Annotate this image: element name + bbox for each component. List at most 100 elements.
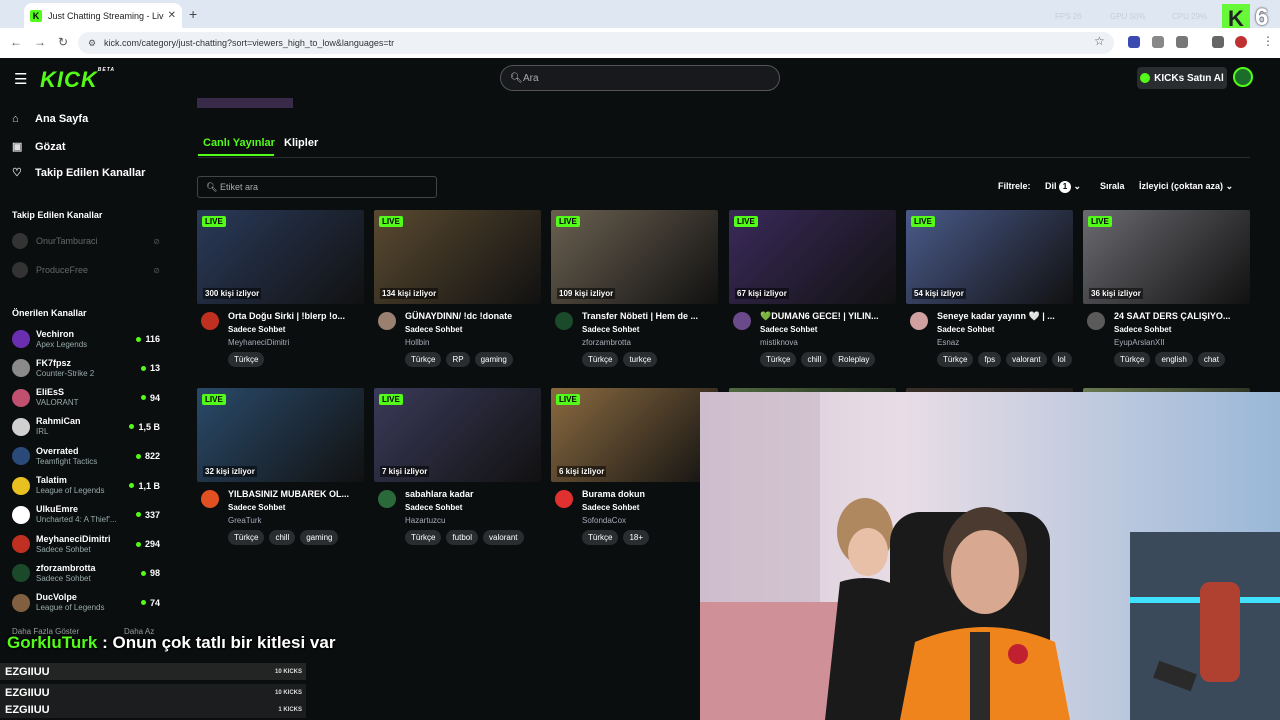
avatar[interactable] bbox=[555, 312, 573, 330]
stream-category[interactable]: Sadece Sohbet bbox=[582, 503, 639, 512]
stream-thumbnail[interactable]: LIVE 7 kişi izliyor bbox=[374, 388, 541, 482]
tag-search-input[interactable]: 🔍︎ Etiket ara bbox=[197, 176, 437, 198]
tag-chip[interactable]: 18+ bbox=[623, 530, 650, 545]
tab-live-streams[interactable]: Canlı Yayınlar bbox=[203, 137, 275, 149]
stream-category[interactable]: Sadece Sohbet bbox=[228, 325, 285, 334]
tag-chip[interactable]: lol bbox=[1051, 352, 1072, 367]
avatar[interactable] bbox=[378, 312, 396, 330]
avatar[interactable] bbox=[733, 312, 751, 330]
tag-chip[interactable]: Türkçe bbox=[582, 530, 619, 545]
reload-icon[interactable]: ↻ bbox=[58, 35, 68, 49]
recommended-channel[interactable]: Overrated Teamfight Tactics 822 bbox=[12, 442, 160, 470]
stream-title[interactable]: GÜNAYDINN/ !dc !donate bbox=[405, 311, 541, 321]
sidebar-item-browse[interactable]: ▣ Gözat bbox=[12, 140, 66, 154]
stream-category[interactable]: Sadece Sohbet bbox=[1114, 325, 1171, 334]
close-tab-icon[interactable]: ✕ bbox=[168, 10, 176, 21]
stream-category[interactable]: Sadece Sohbet bbox=[405, 325, 462, 334]
tag-chip[interactable]: gaming bbox=[300, 530, 339, 545]
bookmark-star-icon[interactable]: ☆ bbox=[1094, 34, 1105, 48]
menu-kebab-icon[interactable]: ⋮ bbox=[1262, 34, 1274, 48]
url-bar[interactable]: ⚙ kick.com/category/just-chatting?sort=v… bbox=[78, 32, 1114, 54]
recommended-channel[interactable]: Talatim League of Legends 1,1 B bbox=[12, 472, 160, 500]
stream-title[interactable]: sabahlara kadar bbox=[405, 489, 541, 499]
site-info-icon[interactable]: ⚙ bbox=[88, 38, 96, 49]
channel-name[interactable]: MeyhaneciDimitri bbox=[228, 338, 289, 347]
extension-icon[interactable] bbox=[1128, 36, 1140, 48]
user-avatar[interactable] bbox=[1233, 67, 1253, 87]
stream-thumbnail[interactable]: LIVE 32 kişi izliyor bbox=[197, 388, 364, 482]
browser-tab[interactable]: K Just Chatting Streaming - Live S ✕ bbox=[24, 3, 182, 28]
avatar[interactable] bbox=[555, 490, 573, 508]
media-icon[interactable] bbox=[1212, 36, 1224, 48]
channel-name[interactable]: Hazartuzcu bbox=[405, 516, 445, 525]
recommended-channel[interactable]: RahmiCan IRL 1,5 B bbox=[12, 413, 160, 441]
tag-chip[interactable]: Türkçe bbox=[228, 530, 265, 545]
tab-clips[interactable]: Klipler bbox=[284, 137, 318, 149]
stream-category[interactable]: Sadece Sohbet bbox=[405, 503, 462, 512]
stream-thumbnail[interactable]: LIVE 67 kişi izliyor bbox=[729, 210, 896, 304]
avatar[interactable] bbox=[910, 312, 928, 330]
avatar[interactable] bbox=[201, 490, 219, 508]
tag-chip[interactable]: english bbox=[1155, 352, 1193, 367]
tag-chip[interactable]: valorant bbox=[483, 530, 524, 545]
stream-thumbnail[interactable]: LIVE 36 kişi izliyor bbox=[1083, 210, 1250, 304]
tag-chip[interactable]: Türkçe bbox=[405, 530, 442, 545]
stream-title[interactable]: Transfer Nöbeti | Hem de ... bbox=[582, 311, 718, 321]
recommended-channel[interactable]: Vechiron Apex Legends 116 bbox=[12, 325, 160, 353]
tag-chip[interactable]: Türkçe bbox=[228, 352, 265, 367]
stream-title[interactable]: Burama dokun bbox=[582, 489, 718, 499]
followed-channel[interactable]: ProduceFree ⊘ bbox=[12, 262, 160, 278]
recommended-channel[interactable]: DucVolpe League of Legends 74 bbox=[12, 589, 160, 617]
channel-name[interactable]: SofondaCox bbox=[582, 516, 626, 525]
recommended-channel[interactable]: FK7fpsz Counter-Strike 2 13 bbox=[12, 354, 160, 382]
stream-title[interactable]: 💚DUMAN6 GECE! | YILIN... bbox=[760, 311, 896, 322]
recommended-channel[interactable]: zforzambrotta Sadece Sohbet 98 bbox=[12, 559, 160, 587]
tag-chip[interactable]: Türkçe bbox=[760, 352, 797, 367]
stream-title[interactable]: 24 SAAT DERS ÇALIŞIYO... bbox=[1114, 311, 1250, 321]
avatar[interactable] bbox=[1087, 312, 1105, 330]
stream-thumbnail[interactable]: LIVE 300 kişi izliyor bbox=[197, 210, 364, 304]
hamburger-menu-icon[interactable]: ☰ bbox=[14, 70, 27, 88]
buy-kicks-button[interactable]: KICKs Satın Al bbox=[1137, 67, 1227, 89]
stream-title[interactable]: YILBASINIZ MUBAREK OL... bbox=[228, 489, 364, 499]
tag-chip[interactable]: Türkçe bbox=[1114, 352, 1151, 367]
tag-chip[interactable]: Türkçe bbox=[937, 352, 974, 367]
language-filter[interactable]: Dil 1 ⌄ bbox=[1045, 181, 1081, 193]
recommended-channel[interactable]: MeyhaneciDimitri Sadece Sohbet 294 bbox=[12, 530, 160, 558]
recommended-channel[interactable]: EliEsS VALORANT 94 bbox=[12, 384, 160, 412]
stream-thumbnail[interactable]: LIVE 109 kişi izliyor bbox=[551, 210, 718, 304]
stream-category[interactable]: Sadece Sohbet bbox=[937, 325, 994, 334]
tag-chip[interactable]: valorant bbox=[1006, 352, 1047, 367]
stream-thumbnail[interactable]: LIVE 6 kişi izliyor bbox=[551, 388, 718, 482]
profile-icon[interactable] bbox=[1235, 36, 1247, 48]
stream-category[interactable]: Sadece Sohbet bbox=[582, 325, 639, 334]
tag-chip[interactable]: futbol bbox=[446, 530, 479, 545]
channel-name[interactable]: mistiknova bbox=[760, 338, 798, 347]
tag-chip[interactable]: chill bbox=[801, 352, 828, 367]
sidebar-item-home[interactable]: ⌂ Ana Sayfa bbox=[12, 113, 88, 125]
tag-chip[interactable]: RP bbox=[446, 352, 470, 367]
stream-category[interactable]: Sadece Sohbet bbox=[760, 325, 817, 334]
followed-channel[interactable]: OnurTamburaci ⊘ bbox=[12, 233, 160, 249]
channel-name[interactable]: Hollbin bbox=[405, 338, 429, 347]
tag-chip[interactable]: Türkçe bbox=[582, 352, 619, 367]
recommended-channel[interactable]: UlkuEmre Uncharted 4: A Thief'... 337 bbox=[12, 501, 160, 529]
channel-name[interactable]: EyupArslanXII bbox=[1114, 338, 1165, 347]
tag-chip[interactable]: fps bbox=[978, 352, 1002, 367]
stream-title[interactable]: Seneye kadar yayınn 🤍 | ... bbox=[937, 311, 1073, 322]
tag-chip[interactable]: gaming bbox=[474, 352, 513, 367]
search-input[interactable]: 🔍︎ Ara bbox=[500, 65, 780, 91]
puzzle-icon[interactable] bbox=[1176, 36, 1188, 48]
tag-chip[interactable]: chat bbox=[1197, 352, 1225, 367]
new-tab-icon[interactable]: + bbox=[189, 6, 197, 22]
sort-select[interactable]: İzleyici (çoktan aza) ⌄ bbox=[1139, 181, 1233, 192]
tag-chip[interactable]: turkçe bbox=[623, 352, 658, 367]
channel-name[interactable]: zforzambrotta bbox=[582, 338, 631, 347]
stream-category[interactable]: Sadece Sohbet bbox=[228, 503, 285, 512]
extension-icon[interactable] bbox=[1152, 36, 1164, 48]
tag-chip[interactable]: Türkçe bbox=[405, 352, 442, 367]
stream-title[interactable]: Orta Doğu Sirki | !blerp !o... bbox=[228, 311, 364, 321]
avatar[interactable] bbox=[201, 312, 219, 330]
channel-name[interactable]: Esnaz bbox=[937, 338, 959, 347]
back-icon[interactable]: ← bbox=[10, 35, 22, 49]
